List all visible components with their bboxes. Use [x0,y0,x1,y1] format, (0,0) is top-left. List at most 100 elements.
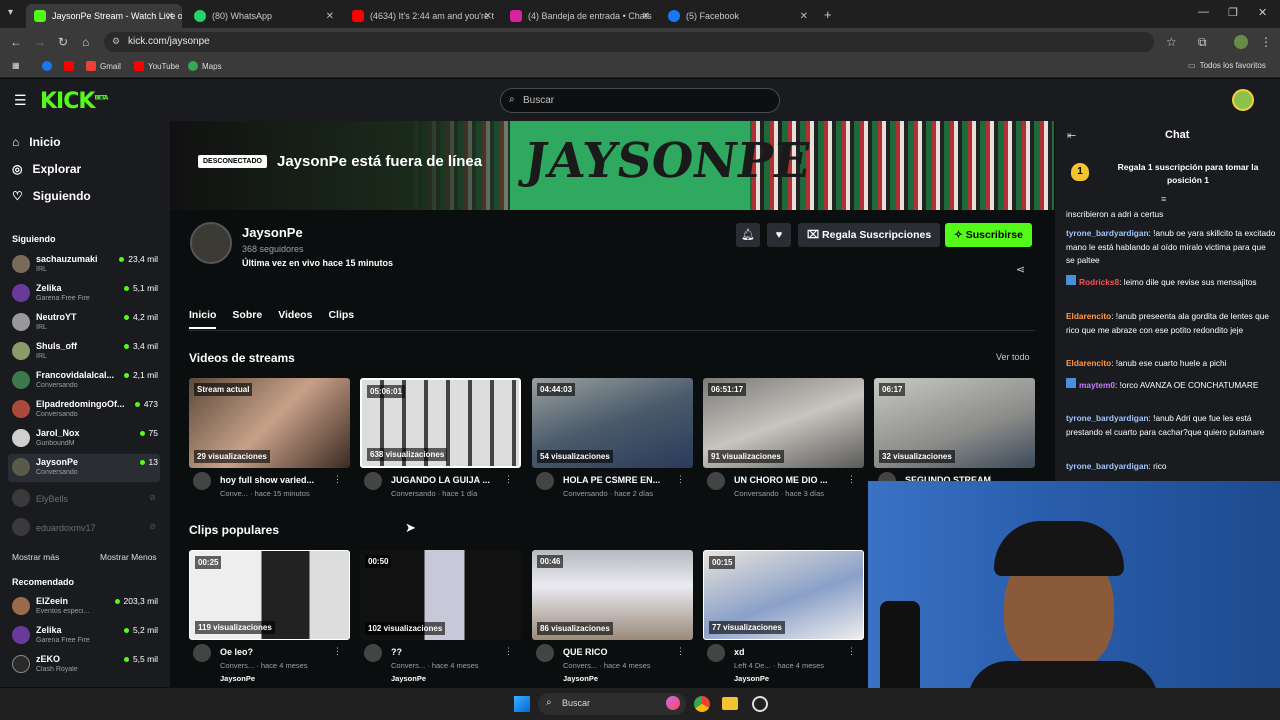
recommended-channel[interactable]: ElZeein Eventos especi... 203,3 mil [8,593,160,621]
clip-title[interactable]: xd [734,647,849,657]
more-options-icon[interactable]: ⋮ [847,646,856,657]
close-icon[interactable]: ✕ [166,11,174,22]
browser-tab-facebook[interactable]: (5) Facebook ✕ [660,4,816,28]
chevron-down-icon[interactable]: ≡ [1161,194,1166,204]
clip-card[interactable]: 00:46 86 visualizaciones QUE RICO Conver… [532,550,693,683]
following-channel[interactable]: Zelika Garena Free Fire 5,1 mil [8,280,160,308]
chat-username[interactable]: Eldarencito [1066,311,1111,321]
clip-card[interactable]: 00:50 102 visualizaciones ?? Convers... … [360,550,521,683]
follow-heart-button[interactable]: ♥ [767,223,791,247]
stream-thumbnail[interactable]: 04:44:03 54 visualizaciones [532,378,693,468]
site-info-icon[interactable]: ⚙ [112,36,120,47]
home-icon[interactable]: ⌂ [82,35,89,49]
clip-card[interactable]: 00:25 119 visualizaciones Oe leo? Conver… [189,550,350,683]
clip-thumbnail[interactable]: 00:15 77 visualizaciones [703,550,864,640]
restore-icon[interactable]: ❐ [1228,6,1238,19]
more-options-icon[interactable]: ⋮ [504,474,513,485]
bookmark-maps[interactable]: Maps [188,61,222,71]
minimize-icon[interactable]: — [1198,6,1209,18]
chat-username[interactable]: maytem0 [1079,380,1115,390]
notification-bell-button[interactable]: 🔔︎ [736,223,760,247]
stream-card[interactable]: 06:51:17 91 visualizaciones UN CHORO ME … [703,378,864,498]
apps-grid-icon[interactable]: ▦ [12,61,20,70]
clip-card[interactable]: 00:15 77 visualizaciones xd Left 4 De...… [703,550,864,683]
all-bookmarks[interactable]: ▭ Todos los favoritos [1188,61,1266,70]
bookmark-youtube[interactable]: YouTube [134,61,179,71]
following-channel-selected[interactable]: JaysonPe Conversando 13 [8,454,160,482]
following-channel[interactable]: Jarol_Nox GunboundM 75 [8,425,160,453]
tab-videos[interactable]: Videos [278,309,312,329]
forward-icon[interactable]: → [34,35,46,49]
bookmark-gmail[interactable]: Gmail [86,61,121,71]
clip-creator[interactable]: JaysonPe [734,674,769,683]
clip-title[interactable]: QUE RICO [563,647,678,657]
following-channel[interactable]: Shuls_off IRL 3,4 mil [8,338,160,366]
offline-channel[interactable]: eduardoxmv17 ⊘ [8,514,160,542]
kick-logo[interactable]: KICKBETA [40,89,108,114]
clip-title[interactable]: ?? [391,647,506,657]
video-title[interactable]: HOLA PE CSMRE EN... [563,475,678,485]
clip-creator[interactable]: JaysonPe [563,674,598,683]
bookmark-star-icon[interactable]: ☆ [1166,35,1177,49]
following-channel[interactable]: NeutroYT IRL 4,2 mil [8,309,160,337]
extensions-icon[interactable]: ⧉ [1198,35,1207,50]
tab-sobre[interactable]: Sobre [232,309,262,329]
gift-subscriptions-button[interactable]: ⌧ Regala Suscripciones [798,223,941,247]
windows-start-icon[interactable] [514,696,530,712]
browser-tab-kick[interactable]: JaysonPe Stream - Watch Live o ✕ [26,4,182,28]
collapse-chat-icon[interactable]: ⇤ [1067,129,1076,142]
chat-username[interactable]: tyrone_bardyardigan [1066,461,1149,471]
browser-tab-whatsapp[interactable]: (80) WhatsApp ✕ [186,4,342,28]
stream-card[interactable]: 05:06:01 638 visualizaciones JUGANDO LA … [360,378,521,498]
recommended-channel[interactable]: Zelika Garena Free Fire 5,2 mil [8,622,160,650]
stream-card[interactable]: Stream actual 29 visualizaciones hoy ful… [189,378,350,498]
address-bar[interactable]: ⚙ kick.com/jaysonpe [104,32,1154,52]
chat-username[interactable]: tyrone_bardyardigan [1066,413,1149,423]
user-avatar[interactable] [1232,89,1254,111]
nav-explorar[interactable]: ◎ Explorar [12,162,81,176]
more-options-icon[interactable]: ⋮ [504,646,513,657]
menu-dots-icon[interactable]: ⋮ [1260,35,1272,49]
clip-creator[interactable]: JaysonPe [220,674,255,683]
video-title[interactable]: UN CHORO ME DIO ... [734,475,849,485]
more-options-icon[interactable]: ⋮ [676,646,685,657]
tab-clips[interactable]: Clips [328,309,354,329]
taskbar-search[interactable]: ⌕ Buscar [538,693,686,715]
video-title[interactable]: hoy full show varied... [220,475,335,485]
following-channel[interactable]: Francovidalalcal... Conversando 2,1 mil [8,367,160,395]
more-options-icon[interactable]: ⋮ [333,474,342,485]
chat-username[interactable]: tyrone_bardyardigan [1066,228,1149,238]
nav-siguiendo[interactable]: ♡ Siguiendo [12,189,91,203]
recommended-channel[interactable]: zEKO Clash Royale 5,5 mil [8,651,160,679]
close-icon[interactable]: ✕ [484,11,492,22]
chrome-icon[interactable] [694,696,710,712]
share-icon[interactable]: ⋖ [1016,263,1025,276]
window-close-icon[interactable]: ✕ [1258,6,1267,19]
channel-avatar[interactable] [190,222,232,264]
steam-icon[interactable] [752,696,768,712]
stream-thumbnail[interactable]: 06:17 32 visualizaciones [874,378,1035,468]
tab-inicio[interactable]: Inicio [189,309,217,329]
close-icon[interactable]: ✕ [800,11,808,22]
search-input[interactable]: ⌕ Buscar [500,88,780,113]
clip-thumbnail[interactable]: 00:46 86 visualizaciones [532,550,693,640]
clip-title[interactable]: Oe leo? [220,647,335,657]
see-all-link[interactable]: Ver todo [996,352,1030,362]
close-icon[interactable]: ✕ [326,11,334,22]
channel-name[interactable]: JaysonPe [242,225,303,240]
chat-username[interactable]: Rodricks8 [1079,277,1119,287]
stream-thumbnail[interactable]: 05:06:01 638 visualizaciones [360,378,521,468]
new-tab-icon[interactable]: + [824,7,832,22]
nav-inicio[interactable]: ⌂ Inicio [12,135,61,149]
browser-tab-youtube[interactable]: (4634) It's 2:44 am and you're t ✕ [344,4,500,28]
back-icon[interactable]: ← [10,35,22,49]
offline-channel[interactable]: ElyBells ⊘ [8,485,160,513]
stream-thumbnail[interactable]: 06:51:17 91 visualizaciones [703,378,864,468]
video-title[interactable]: JUGANDO LA GUIJA ... [391,475,506,485]
reload-icon[interactable]: ↻ [58,35,68,49]
tab-search-icon[interactable]: ▾ [8,7,13,18]
clip-thumbnail[interactable]: 00:25 119 visualizaciones [189,550,350,640]
stream-card[interactable]: 06:17 32 visualizaciones SEGUNDO STREAM … [874,378,1035,498]
hamburger-menu-icon[interactable]: ☰ [14,92,27,109]
clip-creator[interactable]: JaysonPe [391,674,426,683]
